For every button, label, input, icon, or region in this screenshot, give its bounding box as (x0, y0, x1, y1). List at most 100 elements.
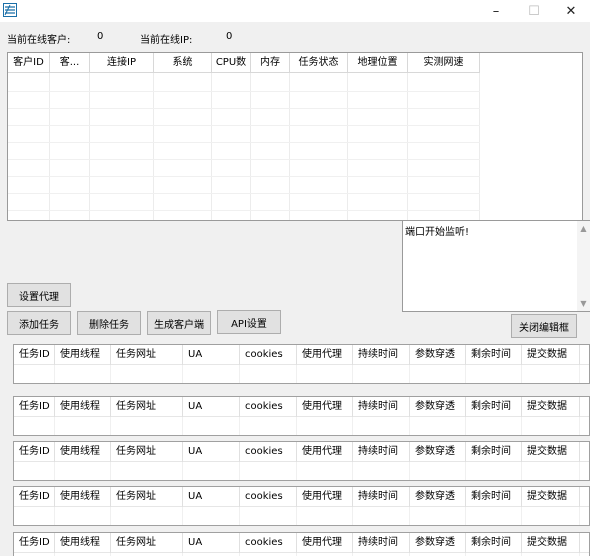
task-cell[interactable] (410, 462, 466, 480)
task-column-header[interactable]: cookies (240, 397, 297, 417)
task-column-header[interactable]: cookies (240, 442, 297, 462)
task-column-header[interactable]: 任务ID (14, 442, 55, 462)
task-column-header[interactable]: UA (183, 397, 240, 417)
client-table[interactable]: 客户ID 客... 连接IP 系统 CPU数 内存 任务状态 地理位置 实测网速 (7, 52, 583, 221)
task-cell[interactable] (466, 365, 522, 383)
task-column-header[interactable]: 任务网址 (111, 442, 183, 462)
task-column-header[interactable]: 持续时间 (353, 345, 410, 365)
task-cell[interactable] (353, 417, 410, 435)
task-cell[interactable] (522, 417, 580, 435)
task-column-header[interactable]: 使用代理 (297, 442, 353, 462)
task-column-header[interactable]: 持续时间 (353, 442, 410, 462)
task-cell[interactable] (522, 507, 580, 525)
task-column-header[interactable]: 任务ID (14, 533, 55, 553)
task-cell[interactable] (183, 507, 240, 525)
task-panel[interactable]: 任务ID 使用线程 任务网址 UA cookies 使用代理 持续时间 参数穿透 剩余时间 提交数… (13, 344, 590, 384)
task-cell[interactable] (14, 417, 55, 435)
task-cell[interactable] (297, 365, 353, 383)
column-header[interactable]: 客户ID (8, 53, 50, 73)
task-column-header[interactable]: 使用代理 (297, 397, 353, 417)
task-cell[interactable] (522, 365, 580, 383)
scroll-down-icon[interactable]: ▼ (579, 299, 588, 308)
task-column-header[interactable]: 提交数据 (522, 345, 580, 365)
column-header[interactable]: 内存 (251, 53, 290, 73)
scroll-up-icon[interactable]: ▲ (579, 224, 588, 233)
task-column-header[interactable]: 提交数据 (522, 397, 580, 417)
task-cell[interactable] (14, 507, 55, 525)
task-column-header[interactable]: UA (183, 442, 240, 462)
task-column-header[interactable]: 任务网址 (111, 533, 183, 553)
task-cell[interactable] (183, 417, 240, 435)
log-scrollbar[interactable]: ▲ ▼ (577, 221, 590, 311)
task-column-header[interactable]: UA (183, 487, 240, 507)
task-cell[interactable] (240, 462, 297, 480)
task-column-header[interactable]: 提交数据 (522, 533, 580, 553)
task-column-header[interactable]: 参数穿透 (410, 533, 466, 553)
task-column-header[interactable]: 参数穿透 (410, 442, 466, 462)
task-column-header[interactable]: 持续时间 (353, 397, 410, 417)
task-cell[interactable] (466, 507, 522, 525)
task-cell[interactable] (55, 507, 111, 525)
task-cell[interactable] (240, 417, 297, 435)
delete-task-button[interactable]: 删除任务 (77, 311, 141, 335)
task-column-header[interactable]: cookies (240, 487, 297, 507)
column-header[interactable]: 任务状态 (290, 53, 348, 73)
task-column-header[interactable]: 任务网址 (111, 487, 183, 507)
task-cell[interactable] (353, 365, 410, 383)
task-column-header[interactable]: 剩余时间 (466, 487, 522, 507)
api-settings-button[interactable]: API设置 (217, 310, 281, 334)
task-cell[interactable] (14, 365, 55, 383)
task-cell[interactable] (55, 462, 111, 480)
task-cell[interactable] (240, 365, 297, 383)
task-cell[interactable] (297, 462, 353, 480)
task-column-header[interactable]: 使用线程 (55, 442, 111, 462)
task-column-header[interactable]: 使用代理 (297, 487, 353, 507)
column-header[interactable]: 地理位置 (348, 53, 408, 73)
task-cell[interactable] (522, 462, 580, 480)
task-column-header[interactable]: 任务ID (14, 397, 55, 417)
task-column-header[interactable]: UA (183, 345, 240, 365)
column-header[interactable]: 连接IP (90, 53, 154, 73)
task-cell[interactable] (14, 462, 55, 480)
task-column-header[interactable]: 参数穿透 (410, 397, 466, 417)
task-cell[interactable] (111, 462, 183, 480)
task-cell[interactable] (183, 462, 240, 480)
column-header[interactable]: 客... (50, 53, 90, 73)
task-column-header[interactable]: 任务ID (14, 345, 55, 365)
task-column-header[interactable]: 使用线程 (55, 487, 111, 507)
task-column-header[interactable]: 提交数据 (522, 487, 580, 507)
minimize-button[interactable]: – (478, 0, 514, 22)
task-cell[interactable] (111, 365, 183, 383)
task-panel[interactable]: 任务ID 使用线程 任务网址 UA cookies 使用代理 持续时间 参数穿透 剩余时间 提交数… (13, 441, 590, 481)
log-textbox[interactable]: 端口开始监听! ▲ ▼ (402, 220, 590, 312)
task-cell[interactable] (353, 462, 410, 480)
close-button[interactable]: ✕ (553, 0, 589, 22)
column-header[interactable]: 系统 (154, 53, 212, 73)
column-header[interactable]: 实测网速 (408, 53, 480, 73)
task-column-header[interactable]: 任务ID (14, 487, 55, 507)
task-panel[interactable]: 任务ID 使用线程 任务网址 UA cookies 使用代理 持续时间 参数穿透 剩余时间 提交数… (13, 396, 590, 436)
task-column-header[interactable]: 剩余时间 (466, 533, 522, 553)
task-column-header[interactable]: 任务网址 (111, 345, 183, 365)
task-cell[interactable] (466, 462, 522, 480)
task-column-header[interactable]: 使用线程 (55, 533, 111, 553)
generate-client-button[interactable]: 生成客户端 (147, 311, 211, 335)
task-cell[interactable] (183, 365, 240, 383)
task-column-header[interactable]: 剩余时间 (466, 345, 522, 365)
task-cell[interactable] (410, 507, 466, 525)
task-column-header[interactable]: 使用代理 (297, 533, 353, 553)
close-edit-box-button[interactable]: 关闭编辑框 (511, 314, 577, 338)
task-column-header[interactable]: 提交数据 (522, 442, 580, 462)
task-column-header[interactable]: 参数穿透 (410, 487, 466, 507)
task-column-header[interactable]: 持续时间 (353, 487, 410, 507)
add-task-button[interactable]: 添加任务 (7, 311, 71, 335)
task-column-header[interactable]: 剩余时间 (466, 397, 522, 417)
task-cell[interactable] (240, 507, 297, 525)
task-column-header[interactable]: cookies (240, 345, 297, 365)
task-cell[interactable] (111, 507, 183, 525)
task-cell[interactable] (297, 507, 353, 525)
task-cell[interactable] (410, 365, 466, 383)
task-column-header[interactable]: 剩余时间 (466, 442, 522, 462)
task-cell[interactable] (111, 417, 183, 435)
task-column-header[interactable]: cookies (240, 533, 297, 553)
